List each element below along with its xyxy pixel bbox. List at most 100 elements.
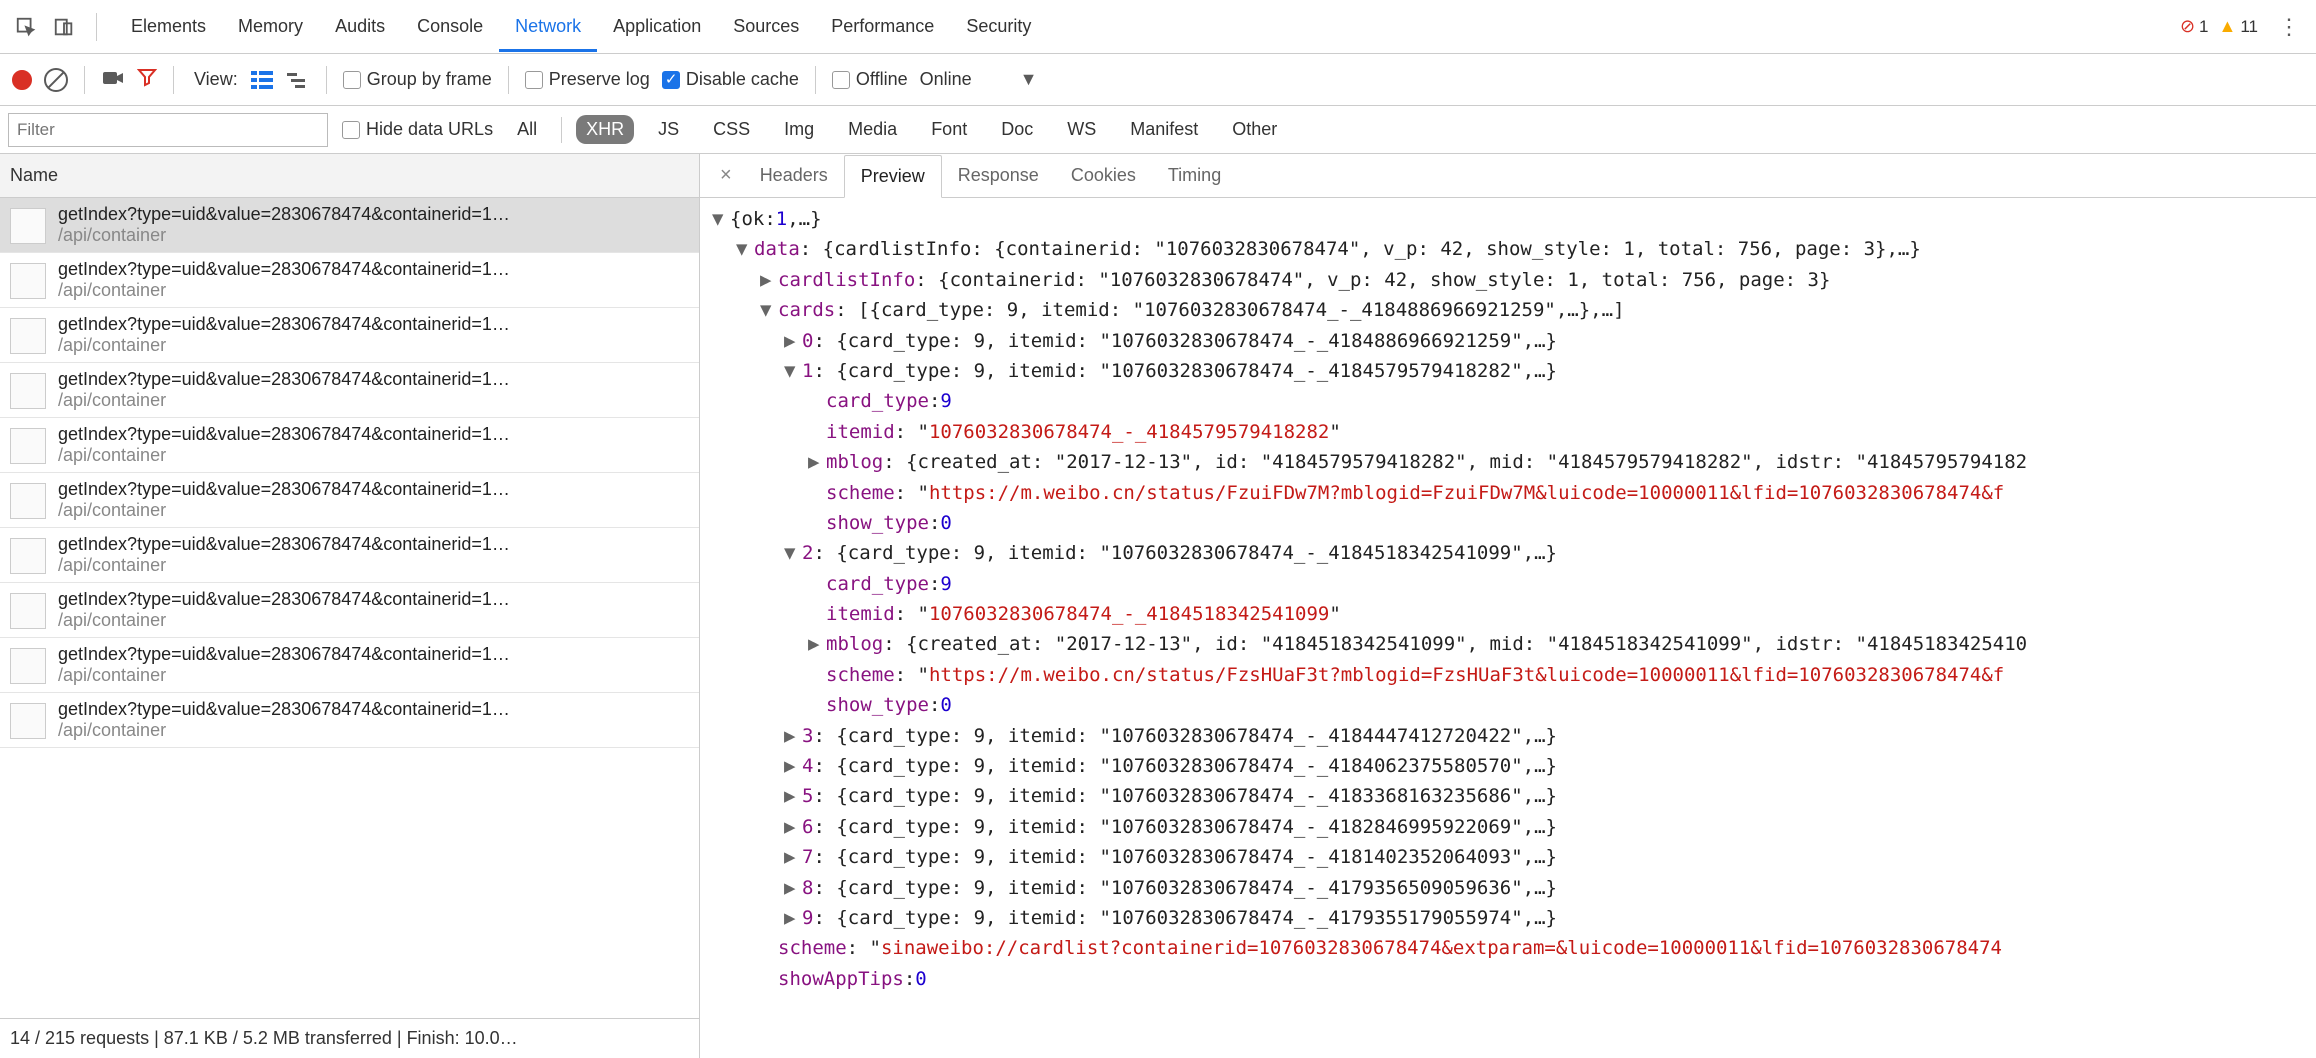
tree-row[interactable]: ▼cards: [{card_type: 9, itemid: "1076032… [712,295,2316,325]
main-tab-performance[interactable]: Performance [815,2,950,51]
disclosure-triangle-icon[interactable]: ▶ [784,873,802,903]
disclosure-triangle-icon[interactable]: ▼ [712,204,730,234]
detail-tab-timing[interactable]: Timing [1152,155,1237,197]
disclosure-triangle-icon[interactable]: ▶ [808,629,826,659]
type-filter-ws[interactable]: WS [1057,115,1106,144]
main-tab-security[interactable]: Security [950,2,1047,51]
tree-row[interactable]: ▶mblog: {created_at: "2017-12-13", id: "… [712,447,2316,477]
tree-row[interactable]: show_type: 0 [712,508,2316,538]
main-tab-console[interactable]: Console [401,2,499,51]
type-filter-xhr[interactable]: XHR [576,115,634,144]
close-detail-icon[interactable]: × [708,164,744,187]
tree-row[interactable]: scheme: "https://m.weibo.cn/status/FzsHU… [712,660,2316,690]
request-row[interactable]: getIndex?type=uid&value=2830678474&conta… [0,528,699,583]
tree-row[interactable]: scheme: "https://m.weibo.cn/status/FzuiF… [712,478,2316,508]
disclosure-triangle-icon[interactable]: ▶ [784,903,802,933]
large-rows-icon[interactable] [250,70,274,90]
request-row[interactable]: getIndex?type=uid&value=2830678474&conta… [0,308,699,363]
tree-row[interactable]: ▼{ok: 1,…} [712,204,2316,234]
screenshot-icon[interactable] [101,67,125,93]
type-filter-manifest[interactable]: Manifest [1120,115,1208,144]
type-filter-other[interactable]: Other [1222,115,1287,144]
disclosure-triangle-icon[interactable]: ▶ [784,326,802,356]
tree-row[interactable]: ▼1: {card_type: 9, itemid: "107603283067… [712,356,2316,386]
request-row[interactable]: getIndex?type=uid&value=2830678474&conta… [0,583,699,638]
detail-tab-headers[interactable]: Headers [744,155,844,197]
tree-row[interactable]: ▼data: {cardlistInfo: {containerid: "107… [712,234,2316,264]
tree-row[interactable]: ▶cardlistInfo: {containerid: "1076032830… [712,265,2316,295]
group-by-frame-checkbox[interactable]: Group by frame [343,69,492,90]
disclosure-triangle-icon[interactable]: ▶ [784,721,802,751]
type-filter-font[interactable]: Font [921,115,977,144]
request-row[interactable]: getIndex?type=uid&value=2830678474&conta… [0,473,699,528]
tree-row[interactable]: ▶3: {card_type: 9, itemid: "107603283067… [712,721,2316,751]
disclosure-triangle-icon[interactable]: ▼ [760,295,778,325]
tree-row[interactable]: ▶5: {card_type: 9, itemid: "107603283067… [712,781,2316,811]
device-toolbar-icon[interactable] [48,11,80,43]
tree-row[interactable]: showAppTips: 0 [712,964,2316,994]
tree-row[interactable]: itemid: "1076032830678474_-_418451834254… [712,599,2316,629]
main-tab-sources[interactable]: Sources [717,2,815,51]
request-row[interactable]: getIndex?type=uid&value=2830678474&conta… [0,198,699,253]
tree-row[interactable]: ▶4: {card_type: 9, itemid: "107603283067… [712,751,2316,781]
tree-row[interactable]: scheme: "sinaweibo://cardlist?containeri… [712,933,2316,963]
tree-row[interactable]: show_type: 0 [712,690,2316,720]
tree-row[interactable]: ▶7: {card_type: 9, itemid: "107603283067… [712,842,2316,872]
detail-tab-cookies[interactable]: Cookies [1055,155,1152,197]
inspect-element-icon[interactable] [10,11,42,43]
network-toolbar: View: Group by frame Preserve log Disabl… [0,54,2316,106]
request-row[interactable]: getIndex?type=uid&value=2830678474&conta… [0,363,699,418]
disclosure-triangle-icon[interactable]: ▶ [784,781,802,811]
main-tab-audits[interactable]: Audits [319,2,401,51]
type-filter-css[interactable]: CSS [703,115,760,144]
requests-header[interactable]: Name [0,154,699,198]
hide-data-urls-checkbox[interactable]: Hide data URLs [342,119,493,140]
tree-row[interactable]: ▼2: {card_type: 9, itemid: "107603283067… [712,538,2316,568]
preserve-log-checkbox[interactable]: Preserve log [525,69,650,90]
main-tab-application[interactable]: Application [597,2,717,51]
main-tab-network[interactable]: Network [499,2,597,51]
request-row[interactable]: getIndex?type=uid&value=2830678474&conta… [0,418,699,473]
tree-row[interactable]: ▶6: {card_type: 9, itemid: "107603283067… [712,812,2316,842]
tree-row[interactable]: card_type: 9 [712,386,2316,416]
record-button[interactable] [12,70,32,90]
separator [173,66,174,94]
throttling-select[interactable]: Online ▼ [920,69,1038,90]
disclosure-triangle-icon[interactable]: ▶ [784,812,802,842]
response-preview-tree[interactable]: ▼{ok: 1,…}▼data: {cardlistInfo: {contain… [700,198,2316,1058]
tree-row[interactable]: itemid: "1076032830678474_-_418457957941… [712,417,2316,447]
type-filter-all[interactable]: All [507,115,547,144]
clear-button[interactable] [44,68,68,92]
console-issues-badge[interactable]: ⊘ 1 ▲ 11 [2180,16,2258,37]
disclosure-triangle-icon[interactable]: ▼ [784,356,802,386]
tree-row[interactable]: ▶9: {card_type: 9, itemid: "107603283067… [712,903,2316,933]
more-menu-icon[interactable]: ⋮ [2272,14,2306,40]
main-tab-memory[interactable]: Memory [222,2,319,51]
request-row[interactable]: getIndex?type=uid&value=2830678474&conta… [0,693,699,748]
main-tab-elements[interactable]: Elements [115,2,222,51]
filter-icon[interactable] [137,67,157,93]
disclosure-triangle-icon[interactable]: ▶ [784,842,802,872]
type-filter-media[interactable]: Media [838,115,907,144]
detail-tab-response[interactable]: Response [942,155,1055,197]
type-filter-img[interactable]: Img [774,115,824,144]
request-row[interactable]: getIndex?type=uid&value=2830678474&conta… [0,638,699,693]
tree-row[interactable]: card_type: 9 [712,569,2316,599]
tree-row[interactable]: ▶0: {card_type: 9, itemid: "107603283067… [712,326,2316,356]
disclosure-triangle-icon[interactable]: ▶ [784,751,802,781]
waterfall-icon[interactable] [286,70,310,90]
type-filter-doc[interactable]: Doc [991,115,1043,144]
disable-cache-checkbox[interactable]: Disable cache [662,69,799,90]
filter-input[interactable] [8,113,328,147]
request-row[interactable]: getIndex?type=uid&value=2830678474&conta… [0,253,699,308]
disclosure-triangle-icon[interactable]: ▶ [760,265,778,295]
tree-row[interactable]: ▶8: {card_type: 9, itemid: "107603283067… [712,873,2316,903]
tree-row[interactable]: ▶mblog: {created_at: "2017-12-13", id: "… [712,629,2316,659]
type-filter-js[interactable]: JS [648,115,689,144]
detail-tab-preview[interactable]: Preview [844,155,942,198]
disclosure-triangle-icon[interactable]: ▼ [784,538,802,568]
request-path: /api/container [58,390,689,411]
disclosure-triangle-icon[interactable]: ▼ [736,234,754,264]
offline-checkbox[interactable]: Offline [832,69,908,90]
disclosure-triangle-icon[interactable]: ▶ [808,447,826,477]
